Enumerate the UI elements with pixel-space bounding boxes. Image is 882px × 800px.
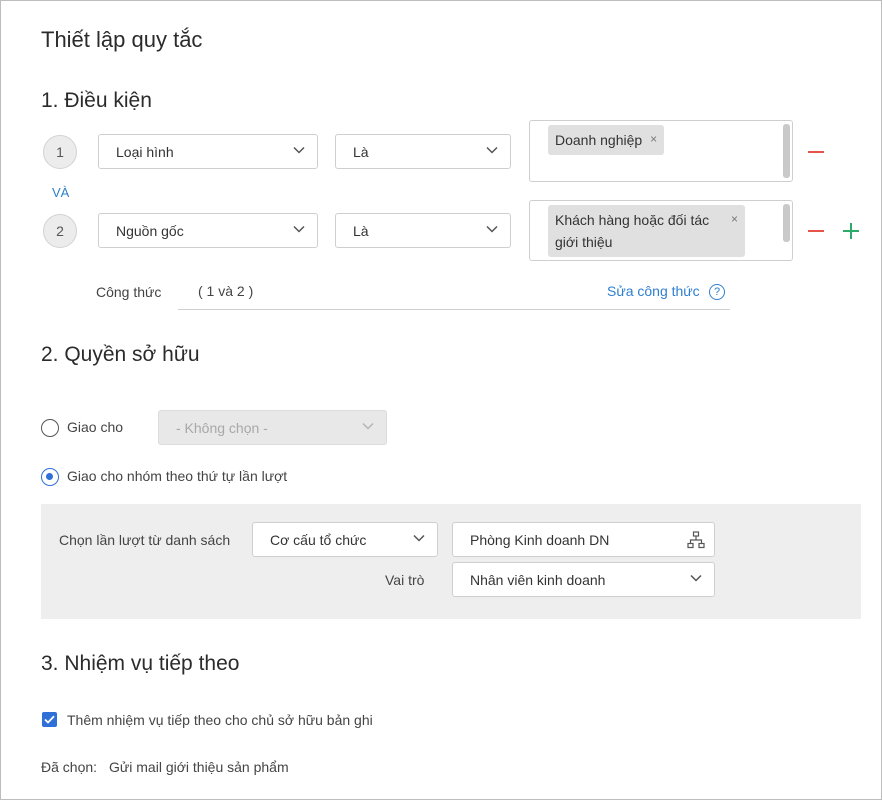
group-assignment-panel: [41, 504, 861, 619]
condition-index-text: 2: [56, 223, 64, 239]
condition-index-2: 2: [43, 214, 77, 248]
condition-value-tags-2[interactable]: Khách hàng hoặc đối tác giới thiệu ×: [529, 200, 793, 261]
chevron-down-icon: [486, 225, 498, 233]
ownership-heading: 2. Quyền sở hữu: [41, 343, 200, 366]
role-label: Vai trò: [385, 572, 425, 588]
help-glyph: ?: [713, 286, 721, 298]
selected-label: Đã chọn:: [41, 759, 98, 775]
chevron-down-icon: [293, 225, 305, 233]
tag-chip: Doanh nghiệp ×: [548, 125, 665, 155]
assign-group-radio[interactable]: [41, 468, 59, 486]
selected-task-value: Gửi mail giới thiệu sản phẩm: [109, 759, 289, 775]
page-title: Thiết lập quy tắc: [41, 27, 203, 52]
formula-label: Công thức: [96, 284, 162, 300]
chevron-down-icon: [486, 146, 498, 154]
next-task-checkbox-label: Thêm nhiệm vụ tiếp theo cho chủ sở hữu b…: [67, 712, 373, 728]
pick-from-label: Chọn lần lượt từ danh sách: [59, 532, 231, 548]
chevron-down-icon: [690, 574, 702, 582]
formula-underline: [178, 309, 730, 310]
close-icon[interactable]: ×: [650, 128, 657, 150]
conditions-heading: 1. Điều kiện: [41, 89, 152, 112]
assign-group-label: Giao cho nhóm theo thứ tự lần lượt: [67, 468, 288, 484]
condition-field-select-2[interactable]: Nguồn gốc: [98, 213, 318, 248]
condition-operator-value: Là: [353, 143, 369, 160]
department-value: Phòng Kinh doanh DN: [470, 531, 610, 548]
remove-condition-2-minus-icon[interactable]: [808, 230, 824, 232]
chevron-down-icon: [293, 146, 305, 154]
scrollbar[interactable]: [783, 204, 790, 242]
check-icon: [44, 715, 55, 724]
close-icon[interactable]: ×: [731, 208, 738, 230]
condition-value-tags-1[interactable]: Doanh nghiệp ×: [529, 120, 793, 182]
edit-formula-link[interactable]: Sửa công thức: [607, 283, 700, 299]
role-select[interactable]: Nhân viên kinh doanh: [452, 562, 715, 597]
condition-field-select-1[interactable]: Loại hình: [98, 134, 318, 169]
next-task-heading: 3. Nhiệm vụ tiếp theo: [41, 652, 240, 675]
condition-index-text: 1: [56, 144, 64, 160]
tag-label: Khách hàng hoặc đối tác giới thiệu: [555, 212, 710, 250]
next-task-checkbox[interactable]: [42, 712, 57, 727]
condition-index-1: 1: [43, 135, 77, 169]
assign-to-radio[interactable]: [41, 419, 59, 437]
condition-operator-select-2[interactable]: Là: [335, 213, 511, 248]
help-icon[interactable]: ?: [709, 284, 725, 300]
condition-field-value: Loại hình: [116, 143, 174, 160]
role-value: Nhân viên kinh doanh: [470, 571, 606, 588]
condition-operator-value: Là: [353, 222, 369, 239]
add-condition-plus-icon[interactable]: [843, 223, 859, 239]
assign-to-select: - Không chọn -: [158, 410, 387, 445]
formula-value: ( 1 và 2 ): [198, 283, 254, 299]
pick-from-value: Cơ cấu tổ chức: [270, 531, 367, 548]
chevron-down-icon: [413, 534, 425, 542]
condition-operator-select-1[interactable]: Là: [335, 134, 511, 169]
org-chart-icon[interactable]: [687, 531, 705, 549]
assign-to-placeholder: - Không chọn -: [176, 419, 268, 436]
department-picker[interactable]: Phòng Kinh doanh DN: [452, 522, 715, 557]
chevron-down-icon: [362, 422, 374, 430]
pick-from-select[interactable]: Cơ cấu tổ chức: [252, 522, 438, 557]
scrollbar[interactable]: [783, 124, 790, 178]
tag-label: Doanh nghiệp: [555, 132, 643, 148]
and-connector: VÀ: [52, 185, 70, 200]
tag-chip: Khách hàng hoặc đối tác giới thiệu ×: [548, 205, 745, 257]
condition-field-value: Nguồn gốc: [116, 222, 184, 239]
assign-to-label: Giao cho: [67, 419, 124, 435]
remove-condition-1-minus-icon[interactable]: [808, 151, 824, 153]
